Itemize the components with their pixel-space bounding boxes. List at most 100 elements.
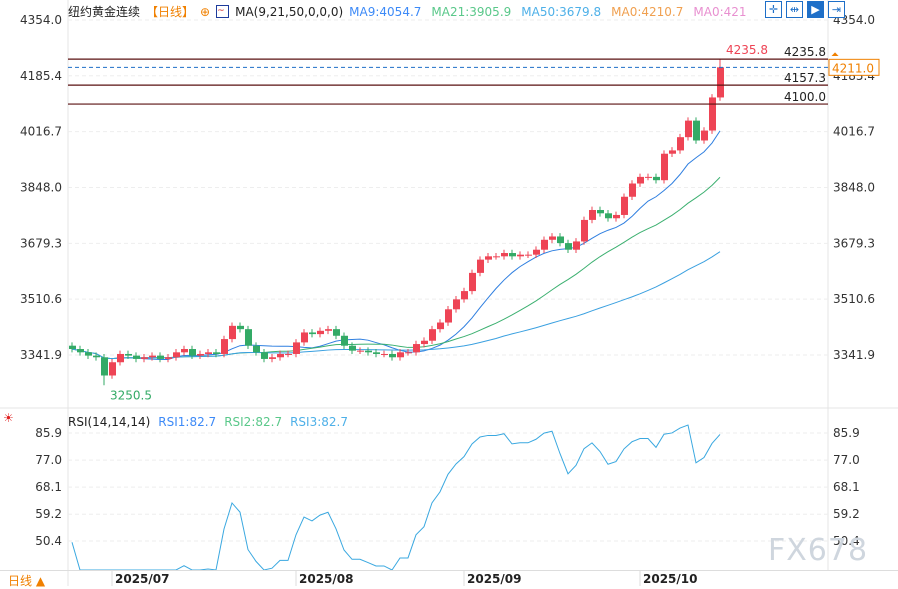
price-tick-left: 4016.7: [20, 125, 62, 139]
candle-body: [349, 345, 356, 351]
price-tick-right: 3510.6: [833, 292, 875, 306]
ma-value-1: MA21:3905.9: [431, 4, 512, 19]
candle-body: [677, 137, 684, 151]
candle-body: [453, 299, 460, 310]
candle-body: [197, 353, 204, 356]
candle-body: [237, 325, 244, 330]
candle-body: [229, 325, 236, 340]
instrument-title: 纽约黄金连续: [68, 5, 141, 19]
candle-body: [245, 329, 252, 346]
ma50-line: [71, 251, 721, 360]
candle-body: [85, 352, 92, 356]
candle-body: [389, 353, 396, 358]
candle-body: [213, 352, 220, 354]
candle-body: [333, 329, 340, 336]
candle-body: [445, 309, 452, 323]
jump-end-icon[interactable]: ⇥: [828, 1, 845, 18]
candle-body: [133, 355, 140, 359]
candle-body: [421, 340, 428, 345]
rsi-label[interactable]: RSI(14,14,14): [68, 415, 150, 429]
candle-body: [701, 130, 708, 141]
rsi-tick-right: 59.2: [833, 507, 860, 521]
price-tick-right: 3341.9: [833, 348, 875, 362]
high-marker-label: 4235.8: [726, 43, 768, 57]
price-tick-left: 3341.9: [20, 348, 62, 362]
price-tick-right: 4016.7: [833, 125, 875, 139]
rsi-tick-right: 85.9: [833, 426, 860, 440]
candle-body: [549, 236, 556, 240]
candle-body: [613, 214, 620, 219]
period-tag[interactable]: 【日线】: [146, 3, 194, 20]
candle-body: [685, 120, 692, 138]
candle-body: [149, 355, 156, 358]
rsi-tick-left: 50.4: [35, 534, 62, 548]
candle-body: [101, 357, 108, 376]
date-tick: 2025/07: [115, 572, 170, 586]
candle-body: [277, 353, 284, 358]
date-tick: 2025/08: [299, 572, 354, 586]
candle-body: [629, 183, 636, 197]
candle-body: [605, 213, 612, 219]
price-tick-left: 4354.0: [20, 13, 62, 27]
candle-body: [309, 332, 316, 335]
candle-body: [533, 249, 540, 255]
settings-icon[interactable]: ⊕: [200, 5, 210, 19]
candle-body: [341, 335, 348, 346]
candle-body: [637, 176, 644, 184]
ma-label[interactable]: MA(9,21,50,0,0,0): [235, 5, 343, 19]
candle-body: [173, 352, 180, 358]
ma-value-2: MA50:3679.8: [521, 4, 602, 19]
candle-body: [517, 254, 524, 257]
period-selector[interactable]: 日线 ▲: [8, 572, 45, 589]
price-tick-right: 3679.3: [833, 236, 875, 250]
rsi-tick-left: 85.9: [35, 426, 62, 440]
ma-value-4: MA0:421: [693, 4, 747, 19]
candle-body: [413, 344, 420, 353]
candle-body: [709, 97, 716, 131]
candle-body: [93, 355, 100, 358]
current-price-label: 4211.0: [832, 61, 874, 75]
candle-body: [317, 330, 324, 335]
kline-chart[interactable]: 4354.04354.04185.44185.44016.74016.73848…: [0, 0, 898, 586]
price-tick-left: 3679.3: [20, 236, 62, 250]
indicator-settings-icon[interactable]: ☀: [3, 411, 14, 425]
fit-range-icon[interactable]: ⇹: [786, 1, 803, 18]
date-tick: 2025/10: [643, 572, 698, 586]
crosshair-icon[interactable]: ✛: [765, 1, 782, 18]
chart-toolbar: ✛ ⇹ ▶ ⇥: [765, 1, 845, 18]
candle-body: [525, 254, 532, 256]
candle-body: [181, 349, 188, 353]
rsi-tick-left: 59.2: [35, 507, 62, 521]
price-tick-left: 3848.0: [20, 180, 62, 194]
candle-body: [693, 120, 700, 141]
time-axis: 日线 ▲ 2025/07 2025/08 2025/09 2025/10: [0, 570, 898, 589]
ma-value-0: MA9:4054.7: [349, 4, 422, 19]
candle-body: [253, 345, 260, 353]
price-tick-left: 3510.6: [20, 292, 62, 306]
candle-body: [557, 236, 564, 244]
ma-indicator-icon[interactable]: ~: [216, 5, 230, 18]
candle-body: [125, 353, 132, 356]
price-tick-left: 4185.4: [20, 69, 62, 83]
candle-body: [661, 153, 668, 181]
candle-body: [429, 329, 436, 341]
candle-body: [597, 209, 604, 214]
candle-body: [269, 357, 276, 359]
play-forward-icon[interactable]: ▶: [807, 1, 824, 18]
ma9-line: [71, 130, 721, 360]
rsi-tick-left: 77.0: [35, 453, 62, 467]
price-tick-right: 3848.0: [833, 180, 875, 194]
candle-body: [437, 322, 444, 330]
price-level-label: 4100.0: [784, 90, 826, 104]
candle-body: [493, 256, 500, 258]
date-tick: 2025/09: [467, 572, 522, 586]
watermark-logo: FX678: [768, 533, 869, 568]
candle-body: [117, 353, 124, 363]
candle-body: [589, 209, 596, 220]
expand-up-icon: ⏶: [831, 49, 839, 60]
candle-body: [461, 291, 468, 300]
candle-body: [285, 353, 292, 355]
rsi-value-0: RSI1:82.7: [158, 415, 217, 429]
candle-body: [261, 352, 268, 359]
candle-body: [645, 176, 652, 178]
